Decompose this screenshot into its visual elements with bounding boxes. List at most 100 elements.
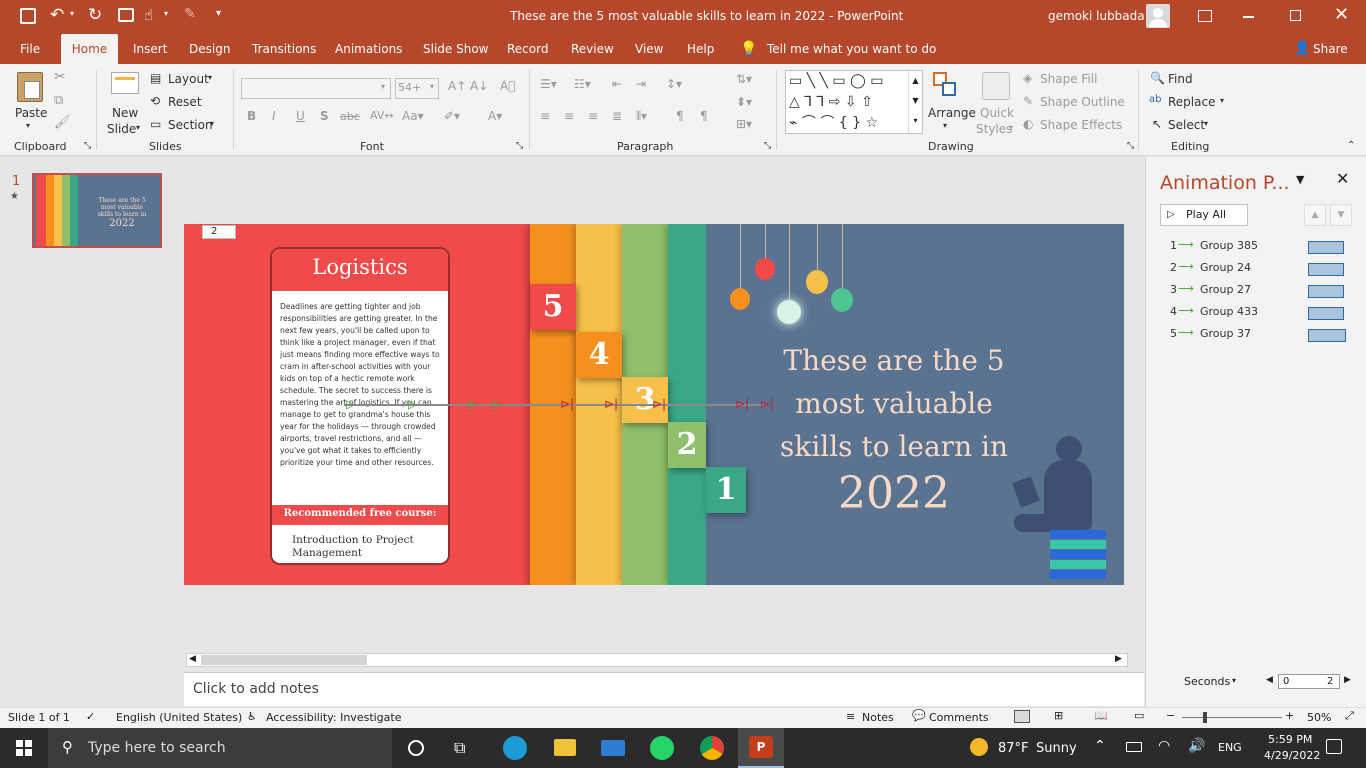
anim-timing-bar[interactable] xyxy=(1308,285,1344,298)
scroll-left-icon[interactable]: ◀ xyxy=(189,654,196,664)
normal-view-icon[interactable] xyxy=(1014,710,1030,723)
present-icon[interactable] xyxy=(118,8,134,22)
slide-sorter-icon[interactable]: ⊞ xyxy=(1054,709,1063,722)
tab-record[interactable]: Record xyxy=(507,34,548,64)
close-icon[interactable]: ✕ xyxy=(1334,4,1349,25)
zoom-out-icon[interactable]: − xyxy=(1166,709,1175,722)
cut-icon[interactable]: ✂ xyxy=(54,69,66,85)
notes-pane[interactable]: Click to add notes xyxy=(184,672,1144,706)
pane-options-icon[interactable]: ▼ xyxy=(1296,173,1304,186)
move-up-icon[interactable]: ▲ xyxy=(1304,204,1326,226)
section-button[interactable]: Section xyxy=(168,118,213,132)
file-explorer-icon[interactable] xyxy=(554,739,576,756)
chrome-icon[interactable] xyxy=(700,736,724,760)
avatar[interactable] xyxy=(1146,4,1170,28)
shape-effects-button[interactable]: Shape Effects xyxy=(1040,118,1122,132)
paste-dropdown-icon[interactable]: ▾ xyxy=(26,121,30,130)
user-name[interactable]: gemoki lubbada xyxy=(1048,9,1145,23)
tab-home[interactable]: Home xyxy=(61,34,118,64)
clear-format-icon[interactable]: A⃠ xyxy=(500,79,515,93)
clock-date[interactable]: 4/29/2022 xyxy=(1264,749,1320,762)
bullets-icon[interactable]: ☰▾ xyxy=(540,77,557,91)
tab-1[interactable]: 1 xyxy=(706,467,746,513)
spelling-icon[interactable]: ✓ xyxy=(86,710,95,723)
quick-styles-button-line2[interactable]: Styles xyxy=(976,122,1012,136)
increase-font-icon[interactable]: A↑ xyxy=(448,79,466,93)
line-spacing-icon[interactable]: ↕▾ xyxy=(666,77,682,91)
notes-placeholder[interactable]: Click to add notes xyxy=(193,681,319,697)
decrease-indent-icon[interactable]: ⇤ xyxy=(612,77,622,91)
powerpoint-taskbar-icon[interactable]: P xyxy=(738,728,784,768)
animation-item[interactable]: 5 ⟶ Group 37 xyxy=(1170,325,1350,345)
layout-button[interactable]: Layout xyxy=(168,72,209,86)
windows-start-icon[interactable] xyxy=(16,740,32,756)
tab-2[interactable]: 2 xyxy=(668,422,706,468)
touch-mode-icon[interactable]: ☝ xyxy=(144,6,153,24)
accessibility-status[interactable]: Accessibility: Investigate xyxy=(266,711,402,724)
volume-icon[interactable]: 🔊 xyxy=(1188,738,1205,754)
paste-icon[interactable] xyxy=(17,72,43,102)
battery-icon[interactable] xyxy=(1126,742,1142,752)
cortana-icon[interactable] xyxy=(408,740,424,756)
rtl-icon[interactable]: ¶ xyxy=(676,109,684,123)
font-launcher-icon[interactable]: ⤡ xyxy=(516,141,523,151)
horizontal-scrollbar[interactable]: ◀ ▶ xyxy=(186,653,1128,667)
undo-dropdown-icon[interactable]: ▾ xyxy=(70,9,74,18)
format-painter-qa-icon[interactable]: ✎ xyxy=(184,6,196,22)
paste-button[interactable]: Paste xyxy=(15,106,47,120)
tab-view[interactable]: View xyxy=(635,34,663,64)
customize-qa-icon[interactable]: ▾ xyxy=(216,8,221,19)
font-name-dropdown-icon[interactable]: ▾ xyxy=(381,82,385,91)
slide-thumbnail[interactable]: These are the 5 most valuable skills to … xyxy=(32,173,162,248)
quick-styles-icon[interactable] xyxy=(982,72,1010,100)
animation-item[interactable]: 1 ⟶ Group 385 xyxy=(1170,237,1350,257)
clock-time[interactable]: 5:59 PM xyxy=(1268,733,1312,746)
slideshow-icon[interactable]: ▭ xyxy=(1134,709,1144,722)
char-spacing-icon[interactable]: AV↔ xyxy=(370,109,394,122)
tray-chevron-icon[interactable]: ⌃ xyxy=(1094,738,1106,754)
maximize-icon[interactable] xyxy=(1290,10,1301,21)
tab-design[interactable]: Design xyxy=(189,34,230,64)
select-button[interactable]: Select xyxy=(1168,118,1205,132)
scroll-thumb[interactable] xyxy=(201,655,367,665)
motion-start-icon[interactable]: ▷ xyxy=(492,397,501,411)
slide-page-box[interactable]: 2 xyxy=(202,225,236,239)
seconds-dropdown[interactable]: Seconds xyxy=(1184,675,1230,688)
motion-end-icon[interactable]: ⊳| xyxy=(560,397,574,411)
italic-icon[interactable]: I xyxy=(272,109,276,123)
font-size-dropdown-icon[interactable]: ▾ xyxy=(430,82,434,91)
notes-button[interactable]: Notes xyxy=(862,711,894,724)
anim-timing-bar[interactable] xyxy=(1308,307,1344,320)
zoom-slider-thumb[interactable] xyxy=(1203,712,1207,723)
strikethrough-icon[interactable]: abc xyxy=(340,110,360,123)
smartart-icon[interactable]: ⊞▾ xyxy=(736,117,752,131)
minimize-icon[interactable] xyxy=(1243,16,1254,18)
tab-file[interactable]: File xyxy=(20,34,40,64)
animation-item[interactable]: 4 ⟶ Group 433 xyxy=(1170,303,1350,323)
decrease-font-icon[interactable]: A↓ xyxy=(470,79,488,93)
timeline-right-icon[interactable]: ▶ xyxy=(1344,675,1351,685)
zoom-in-icon[interactable]: + xyxy=(1285,709,1294,722)
bold-icon[interactable]: B xyxy=(247,109,256,123)
align-left-icon[interactable]: ≡ xyxy=(540,109,550,123)
taskbar-search[interactable]: ⚲ Type here to search xyxy=(48,728,392,768)
paragraph-launcher-icon[interactable]: ⤡ xyxy=(764,141,771,151)
anim-timing-bar[interactable] xyxy=(1308,329,1346,342)
copy-icon[interactable]: ⧉ xyxy=(54,93,63,108)
collapse-ribbon-icon[interactable]: ⌃ xyxy=(1347,140,1355,151)
tab-review[interactable]: Review xyxy=(571,34,614,64)
align-right-icon[interactable]: ≡ xyxy=(588,109,598,123)
motion-end-icon[interactable]: ⊳| xyxy=(604,397,618,411)
animation-item[interactable]: 2 ⟶ Group 24 xyxy=(1170,259,1350,279)
ltr-icon[interactable]: ¶ xyxy=(700,109,708,123)
numbering-icon[interactable]: ☷▾ xyxy=(574,77,591,91)
whatsapp-icon[interactable] xyxy=(650,736,674,760)
tab-animations[interactable]: Animations xyxy=(335,34,402,64)
tab-slide-show[interactable]: Slide Show xyxy=(423,34,488,64)
redo-icon[interactable]: ↻ xyxy=(88,5,102,25)
shape-fill-button[interactable]: Shape Fill xyxy=(1040,72,1097,86)
text-direction-icon[interactable]: ⇅▾ xyxy=(736,72,752,86)
shadow-icon[interactable]: S xyxy=(320,109,329,123)
temperature[interactable]: 87°F xyxy=(998,741,1029,756)
tell-me-input[interactable]: Tell me what you want to do xyxy=(767,34,936,64)
